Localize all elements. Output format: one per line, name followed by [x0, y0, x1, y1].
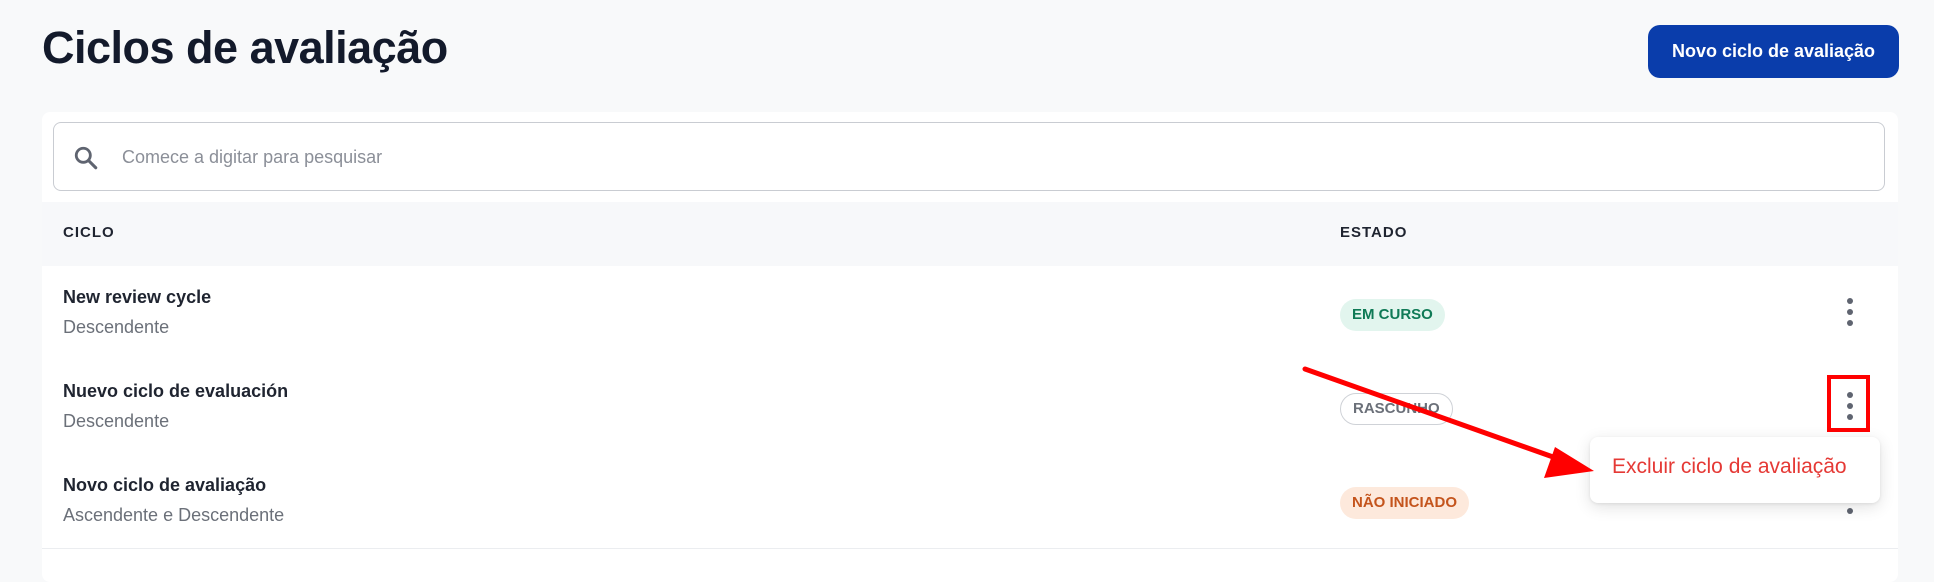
cycle-type: Ascendente e Descendente: [63, 505, 285, 525]
table-header: CICLO ESTADO: [42, 202, 1898, 266]
search-input[interactable]: [120, 123, 1824, 192]
cycles-card: CICLO ESTADO New review cycle Descendent…: [42, 112, 1898, 582]
annotation-highlight-box: [1827, 375, 1870, 432]
new-review-cycle-button[interactable]: Novo ciclo de avaliação: [1648, 25, 1899, 78]
status-badge: NÃO INICIADO: [1340, 487, 1469, 519]
cycle-type: Descendente: [63, 317, 170, 337]
cycle-title[interactable]: New review cycle: [63, 287, 211, 308]
page-title: Ciclos de avaliação: [42, 22, 448, 73]
status-badge: RASCUNHO: [1340, 393, 1453, 425]
more-vertical-icon[interactable]: [1838, 296, 1862, 330]
column-header-status: ESTADO: [1340, 224, 1408, 241]
column-header-cycle: CICLO: [63, 224, 115, 241]
cycle-title[interactable]: Novo ciclo de avaliação: [63, 475, 266, 496]
search-icon: [74, 146, 98, 170]
cycle-type: Descendente: [63, 411, 170, 431]
cycle-title[interactable]: Nuevo ciclo de evaluación: [63, 381, 288, 402]
status-badge: EM CURSO: [1340, 299, 1445, 331]
row-context-menu: Excluir ciclo de avaliação: [1590, 437, 1880, 503]
delete-cycle-menu-item[interactable]: Excluir ciclo de avaliação: [1612, 455, 1847, 479]
search-box[interactable]: [53, 122, 1885, 192]
table-row[interactable]: New review cycle Descendente EM CURSO: [42, 266, 1898, 361]
